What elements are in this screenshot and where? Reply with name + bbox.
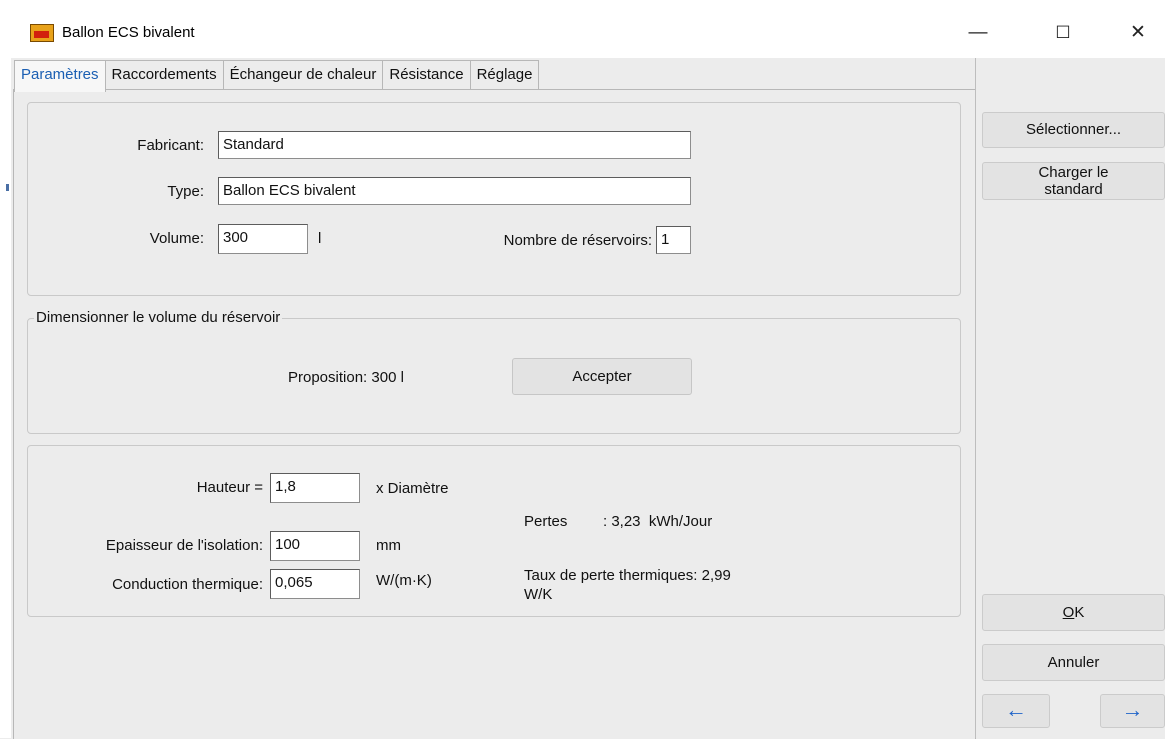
ok-button[interactable]: OK [982, 594, 1165, 631]
taux-line1: Taux de perte thermiques: 2,99 [524, 567, 731, 584]
arrow-right-icon: → [1121, 697, 1144, 722]
conduction-unit: W/(m·K) [376, 572, 432, 589]
pertes-label: Pertes [524, 513, 568, 530]
previous-button[interactable]: ← [982, 694, 1050, 728]
load-standard-button[interactable]: Charger le standard [982, 162, 1165, 200]
type-input[interactable]: Ballon ECS bivalent [218, 177, 691, 205]
accept-button[interactable]: Accepter [512, 358, 692, 395]
left-edge [0, 58, 11, 738]
fabricant-input[interactable]: Standard [218, 131, 691, 159]
tab-echangeur[interactable]: Échangeur de chaleur [222, 60, 384, 90]
isolation-label: Epaisseur de l'isolation: [105, 537, 263, 554]
pertes-value: : 3,23 kWh/Jour [603, 513, 713, 530]
isolation-input[interactable]: 100 [270, 531, 360, 561]
load-standard-line2: standard [1044, 181, 1103, 198]
right-panel [975, 58, 1165, 738]
ok-mnemonic: O [1062, 604, 1075, 621]
proposition-text: Proposition: 300 l [288, 369, 404, 386]
reservoirs-label: Nombre de réservoirs: [503, 232, 652, 249]
cancel-button[interactable]: Annuler [982, 644, 1165, 681]
select-button[interactable]: Sélectionner... [982, 112, 1165, 148]
volume-label: Volume: [149, 230, 204, 247]
app-logo-icon [30, 24, 54, 42]
tab-bar: Paramètres Raccordements Échangeur de ch… [14, 60, 540, 92]
maximize-button[interactable]: ☐ [1043, 18, 1083, 48]
hauteur-label: Hauteur = [196, 479, 263, 496]
taux-line2: W/K [524, 586, 553, 603]
next-button[interactable]: → [1100, 694, 1165, 728]
ok-label-rest: K [1074, 604, 1085, 621]
volume-unit: l [318, 230, 322, 247]
volume-input[interactable]: 300 [218, 224, 308, 254]
tab-resistance[interactable]: Résistance [382, 60, 471, 90]
reservoirs-input[interactable]: 1 [656, 226, 691, 254]
hauteur-input[interactable]: 1,8 [270, 473, 360, 503]
window-title: Ballon ECS bivalent [62, 24, 195, 41]
close-button[interactable]: ✕ [1118, 18, 1158, 48]
arrow-left-icon: ← [1005, 697, 1027, 722]
hauteur-unit: x Diamètre [376, 480, 449, 497]
load-standard-line1: Charger le [1038, 164, 1109, 181]
conduction-label: Conduction thermique: [112, 576, 263, 593]
minimize-button[interactable]: — [958, 18, 998, 48]
isolation-unit: mm [376, 537, 401, 554]
type-label: Type: [167, 183, 204, 200]
tab-raccordements[interactable]: Raccordements [104, 60, 224, 90]
sizing-legend: Dimensionner le volume du réservoir [34, 309, 283, 326]
fabricant-label: Fabricant: [137, 137, 204, 154]
conduction-input[interactable]: 0,065 [270, 569, 360, 599]
tab-parametres[interactable]: Paramètres [14, 60, 106, 92]
sizing-group [27, 318, 961, 434]
tab-reglage[interactable]: Réglage [469, 60, 540, 90]
